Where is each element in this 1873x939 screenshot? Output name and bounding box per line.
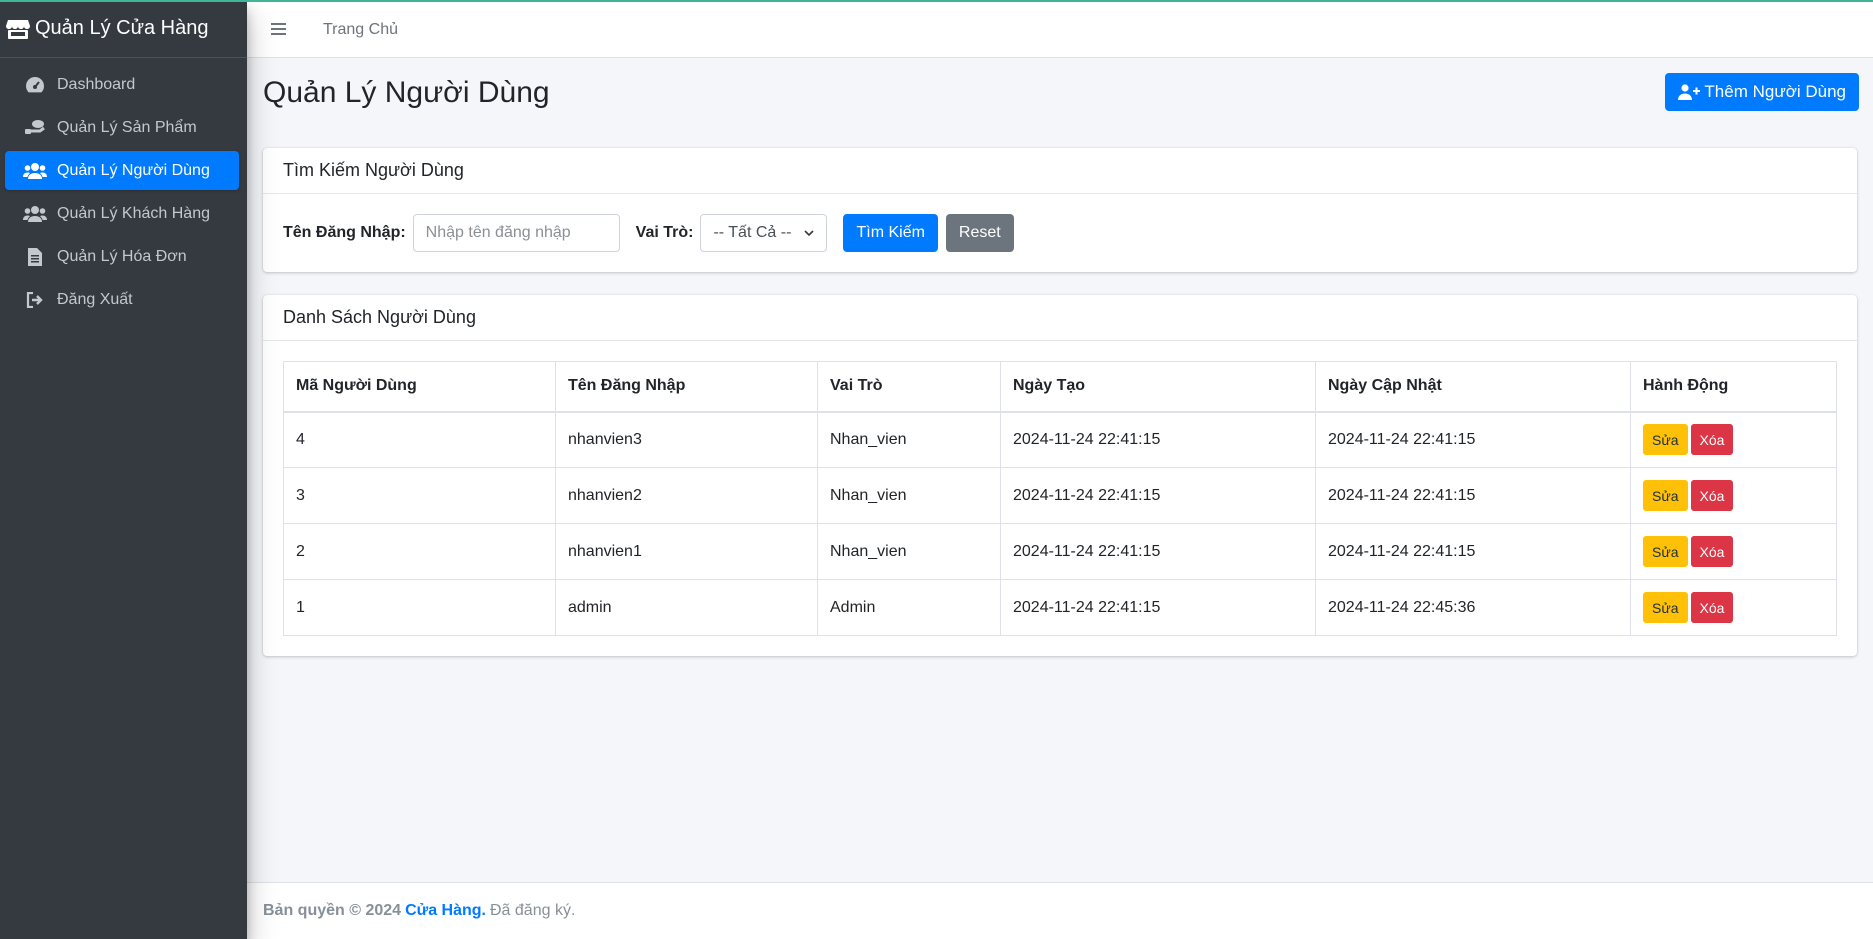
column-header-username: Tên Đăng Nhập (555, 361, 818, 413)
table-wrapper: Mã Người Dùng Tên Đăng Nhập Vai Trò Ngày… (263, 341, 1857, 656)
sign-out-icon (23, 290, 47, 310)
cell-id: 2 (283, 523, 556, 580)
cell-actions: Sửa Xóa (1630, 411, 1837, 468)
table-row: 4 nhanvien3 Nhan_vien 2024-11-24 22:41:1… (283, 411, 1837, 468)
table-row: 3 nhanvien2 Nhan_vien 2024-11-24 22:41:1… (283, 467, 1837, 524)
home-link[interactable]: Trang Chủ (323, 21, 398, 39)
sidebar-item-invoices[interactable]: Quản Lý Hóa Đơn (5, 237, 239, 276)
sidebar-nav: Dashboard Quản Lý Sản Phẩm Quản Lý Người… (0, 58, 247, 319)
top-navbar: Trang Chủ (247, 2, 1873, 58)
table-row: 1 admin Admin 2024-11-24 22:41:15 2024-1… (283, 579, 1837, 636)
cell-username: nhanvien3 (555, 411, 818, 468)
username-label: Tên Đăng Nhập: (283, 224, 406, 241)
edit-button[interactable]: Sửa (1643, 592, 1688, 623)
sidebar-item-dashboard[interactable]: Dashboard (5, 65, 239, 104)
add-user-button[interactable]: Thêm Người Dùng (1665, 73, 1859, 111)
reset-button[interactable]: Reset (945, 214, 1014, 252)
delete-button[interactable]: Xóa (1690, 480, 1734, 511)
cell-username: nhanvien2 (555, 467, 818, 524)
sidebar-item-users[interactable]: Quản Lý Người Dùng (5, 151, 239, 190)
search-form: Tên Đăng Nhập: Vai Trò: -- Tất Cả -- Tìm… (263, 194, 1857, 272)
page-title: Quản Lý Người Dùng (263, 76, 550, 109)
store-icon (6, 18, 30, 40)
cell-username: admin (555, 579, 818, 636)
cell-id: 3 (283, 467, 556, 524)
cell-updated: 2024-11-24 22:41:15 (1315, 523, 1631, 580)
file-invoice-icon (23, 247, 47, 267)
main-content: Quản Lý Người Dùng Thêm Người Dùng Tìm K… (247, 58, 1873, 656)
cell-created: 2024-11-24 22:41:15 (1000, 579, 1316, 636)
column-header-actions: Hành Động (1630, 361, 1837, 413)
sidebar-item-label: Quản Lý Khách Hàng (57, 204, 210, 222)
tachometer-icon (23, 75, 47, 95)
brand-title: Quản Lý Cửa Hàng (35, 17, 209, 39)
cell-role: Nhan_vien (817, 467, 1001, 524)
sidebar-item-label: Đăng Xuất (57, 290, 133, 308)
cell-id: 4 (283, 411, 556, 468)
cell-updated: 2024-11-24 22:45:36 (1315, 579, 1631, 636)
user-plus-icon (1678, 84, 1701, 100)
footer-copyright: Bản quyền © 2024 (263, 902, 402, 919)
cell-created: 2024-11-24 22:41:15 (1000, 467, 1316, 524)
user-list-card-header: Danh Sách Người Dùng (263, 295, 1857, 341)
delete-button[interactable]: Xóa (1690, 536, 1734, 567)
search-card: Tìm Kiếm Người Dùng Tên Đăng Nhập: Vai T… (263, 148, 1857, 272)
delete-button[interactable]: Xóa (1690, 424, 1734, 456)
footer-company-link[interactable]: Cửa Hàng. (405, 902, 486, 920)
top-accent-line (0, 0, 1873, 2)
add-user-button-label: Thêm Người Dùng (1704, 82, 1846, 101)
sidebar: Quản Lý Cửa Hàng Dashboard Quản Lý Sản P… (0, 0, 247, 939)
cell-updated: 2024-11-24 22:41:15 (1315, 467, 1631, 524)
table-header-row: Mã Người Dùng Tên Đăng Nhập Vai Trò Ngày… (283, 361, 1837, 413)
chevron-down-icon (804, 224, 815, 242)
role-select-value: -- Tất Cả -- (713, 224, 792, 241)
edit-button[interactable]: Sửa (1643, 480, 1688, 511)
sidebar-item-label: Quản Lý Người Dùng (57, 161, 210, 179)
sidebar-item-label: Dashboard (57, 75, 136, 93)
delete-button[interactable]: Xóa (1690, 592, 1734, 623)
user-list-card: Danh Sách Người Dùng Mã Người Dùng Tên Đ… (263, 295, 1857, 656)
cell-actions: Sửa Xóa (1630, 523, 1837, 580)
column-header-id: Mã Người Dùng (283, 361, 556, 413)
column-header-role: Vai Trò (817, 361, 1001, 413)
edit-button[interactable]: Sửa (1643, 536, 1688, 567)
search-card-header: Tìm Kiếm Người Dùng (263, 148, 1857, 194)
users-icon (23, 161, 47, 181)
cell-id: 1 (283, 579, 556, 636)
cell-username: nhanvien1 (555, 523, 818, 580)
sidebar-item-products[interactable]: Quản Lý Sản Phẩm (5, 108, 239, 147)
brand-link[interactable]: Quản Lý Cửa Hàng (0, 0, 247, 58)
page-header: Quản Lý Người Dùng Thêm Người Dùng (247, 58, 1873, 148)
column-header-created: Ngày Tạo (1000, 361, 1316, 413)
cell-role: Nhan_vien (817, 411, 1001, 468)
footer: Bản quyền © 2024 Cửa Hàng. Đã đăng ký. (247, 882, 1873, 939)
sidebar-item-customers[interactable]: Quản Lý Khách Hàng (5, 194, 239, 233)
cell-actions: Sửa Xóa (1630, 579, 1837, 636)
search-button[interactable]: Tìm Kiếm (843, 214, 938, 252)
role-select[interactable]: -- Tất Cả -- (700, 214, 828, 252)
sidebar-item-label: Quản Lý Sản Phẩm (57, 118, 197, 136)
sidebar-item-label: Quản Lý Hóa Đơn (57, 247, 187, 265)
cell-role: Admin (817, 579, 1001, 636)
edit-button[interactable]: Sửa (1643, 424, 1688, 456)
cell-role: Nhan_vien (817, 523, 1001, 580)
sidebar-item-logout[interactable]: Đăng Xuất (5, 280, 239, 319)
users-icon (23, 204, 47, 224)
cell-actions: Sửa Xóa (1630, 467, 1837, 524)
cell-updated: 2024-11-24 22:41:15 (1315, 411, 1631, 468)
users-table: Mã Người Dùng Tên Đăng Nhập Vai Trò Ngày… (283, 361, 1837, 636)
role-label: Vai Trò: (635, 224, 694, 241)
footer-rights: Đã đăng ký. (490, 902, 576, 919)
boxes-icon (23, 118, 47, 138)
column-header-updated: Ngày Cập Nhật (1315, 361, 1631, 413)
table-row: 2 nhanvien1 Nhan_vien 2024-11-24 22:41:1… (283, 523, 1837, 580)
cell-created: 2024-11-24 22:41:15 (1000, 411, 1316, 468)
username-search-input[interactable] (412, 214, 620, 252)
cell-created: 2024-11-24 22:41:15 (1000, 523, 1316, 580)
menu-toggle-icon[interactable] (271, 22, 291, 38)
